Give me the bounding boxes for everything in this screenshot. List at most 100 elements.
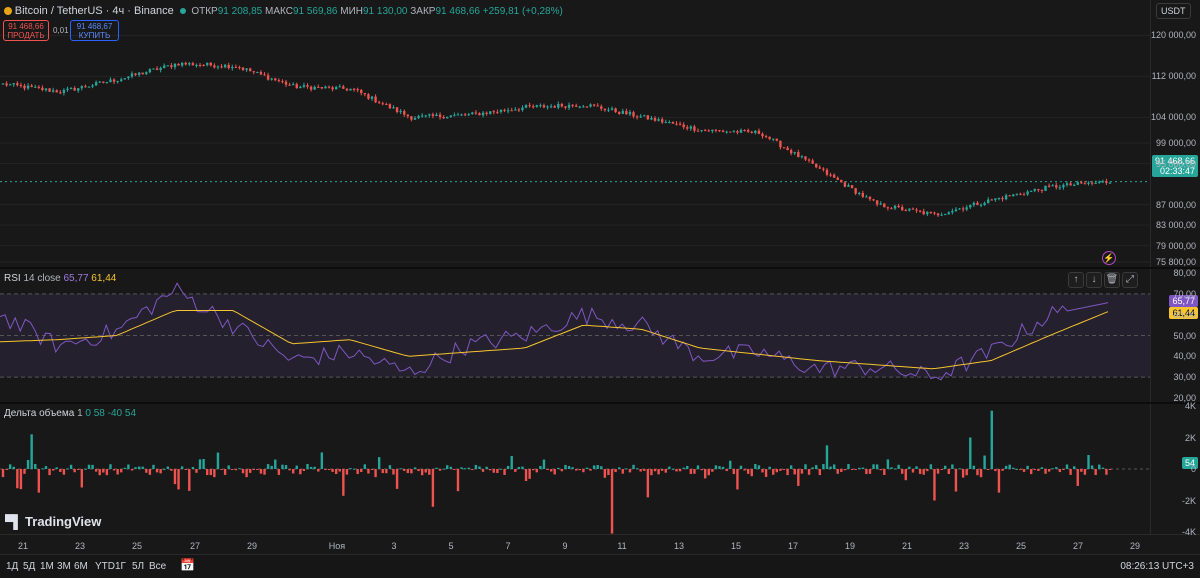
- delta-bar: [73, 469, 76, 473]
- time-label: 25: [131, 541, 143, 551]
- delta-bar: [711, 469, 714, 472]
- delta-bar: [908, 466, 911, 469]
- delete-icon[interactable]: 🗑: [1104, 272, 1120, 288]
- candle-body: [1008, 195, 1011, 197]
- delta-bar: [829, 466, 832, 469]
- delta-bar: [757, 465, 761, 469]
- time-label: 13: [673, 541, 685, 551]
- range-button-6[interactable]: 1Г: [115, 561, 126, 572]
- delta-bar: [62, 469, 66, 475]
- range-button-1[interactable]: 5Д: [23, 561, 35, 572]
- delta-bar: [356, 469, 359, 475]
- delta-bar: [886, 459, 890, 469]
- delta-bar: [116, 469, 119, 475]
- delta-bar: [263, 469, 266, 475]
- candle-body: [1055, 185, 1058, 188]
- lightning-icon[interactable]: ⚡: [1102, 251, 1116, 265]
- time-label: 21: [17, 541, 29, 551]
- delta-bar: [77, 469, 80, 470]
- candle-body: [983, 202, 986, 205]
- delta-bar: [141, 466, 144, 469]
- price-chart[interactable]: [0, 0, 1150, 268]
- candle-body: [635, 116, 639, 118]
- candle-body: [410, 116, 413, 120]
- candle-body: [306, 85, 309, 87]
- candle-body: [668, 121, 671, 123]
- candle-body: [385, 104, 388, 106]
- delta-bar: [220, 469, 223, 470]
- delta-bar: [815, 465, 818, 469]
- candle-body: [69, 88, 73, 90]
- candle-body: [1040, 189, 1044, 191]
- volume-delta-legend: Дельта объема 1 0 58 -40 54: [4, 408, 136, 419]
- candle-body: [91, 85, 94, 87]
- candle-body: [528, 105, 531, 107]
- candle-body: [557, 104, 560, 108]
- delta-bar: [66, 468, 69, 470]
- delta-bar: [1108, 469, 1112, 470]
- candle-body: [711, 129, 714, 132]
- rsi-title[interactable]: RSI: [4, 273, 21, 284]
- candle-body: [94, 82, 98, 86]
- symbol-title[interactable]: Bitcoin / TetherUS · 4ч · Binance: [15, 5, 174, 17]
- delta-bar: [858, 467, 861, 469]
- move-up-icon[interactable]: ↑: [1068, 272, 1084, 288]
- candle-body: [589, 104, 592, 107]
- delta-bar: [843, 469, 847, 471]
- delta-bar: [940, 469, 943, 470]
- delta-bar: [8, 464, 12, 469]
- range-button-7[interactable]: 5Л: [132, 561, 144, 572]
- maximize-icon[interactable]: ⤢: [1122, 272, 1138, 288]
- candle-body: [309, 86, 313, 90]
- candle-body: [155, 68, 159, 70]
- rsi-chart[interactable]: [0, 269, 1150, 402]
- candle-body: [446, 116, 449, 119]
- currency-selector[interactable]: USDT: [1156, 3, 1191, 19]
- buy-button[interactable]: 91 468,67 КУПИТЬ: [70, 20, 119, 41]
- candle-body: [1080, 182, 1083, 184]
- delta-bar: [410, 469, 413, 474]
- delta-bar: [370, 469, 374, 470]
- range-button-2[interactable]: 1М: [40, 561, 54, 572]
- candle-body: [535, 105, 538, 107]
- delta-bar: [686, 465, 689, 469]
- delta-bar: [650, 469, 653, 476]
- calendar-icon[interactable]: 📅: [180, 558, 195, 572]
- delta-bar: [625, 468, 628, 470]
- delta-bar: [374, 469, 377, 478]
- low-value: 91 130,00: [362, 6, 408, 17]
- delta-bar: [678, 469, 682, 472]
- candle-body: [431, 114, 435, 117]
- range-button-5[interactable]: YTD: [95, 561, 115, 572]
- delta-bar: [628, 469, 632, 473]
- candle-body: [26, 85, 30, 89]
- range-button-0[interactable]: 1Д: [6, 561, 18, 572]
- candle-body: [352, 88, 356, 90]
- candle-body: [481, 112, 485, 116]
- range-button-4[interactable]: 6М: [74, 561, 88, 572]
- tradingview-logo[interactable]: ▀▌ TradingView: [5, 514, 101, 529]
- candle-body: [256, 72, 259, 74]
- candle-body: [693, 126, 696, 131]
- delta-bar: [847, 463, 850, 469]
- clock[interactable]: 08:26:13 UTC+3: [1120, 561, 1194, 572]
- sell-button[interactable]: 91 468,66 ПРОДАТЬ: [3, 20, 49, 41]
- candle-body: [12, 83, 15, 85]
- delta-bar: [1076, 469, 1079, 486]
- candle-body: [241, 67, 245, 70]
- candle-body: [904, 210, 907, 212]
- delta-bar: [546, 469, 549, 470]
- range-button-8[interactable]: Все: [149, 561, 166, 572]
- range-button-3[interactable]: 3М: [57, 561, 71, 572]
- candle-body: [202, 65, 205, 67]
- candle-body: [467, 114, 470, 116]
- volume-delta-title[interactable]: Дельта объема: [4, 408, 74, 419]
- delta-bar: [51, 469, 55, 471]
- delta-bar: [216, 452, 220, 469]
- volume-delta-chart[interactable]: [0, 404, 1150, 534]
- candle-body: [159, 67, 162, 70]
- move-down-icon[interactable]: ↓: [1086, 272, 1102, 288]
- delta-bar: [506, 465, 510, 469]
- candle-body: [30, 85, 33, 87]
- delta-bar: [1037, 469, 1040, 471]
